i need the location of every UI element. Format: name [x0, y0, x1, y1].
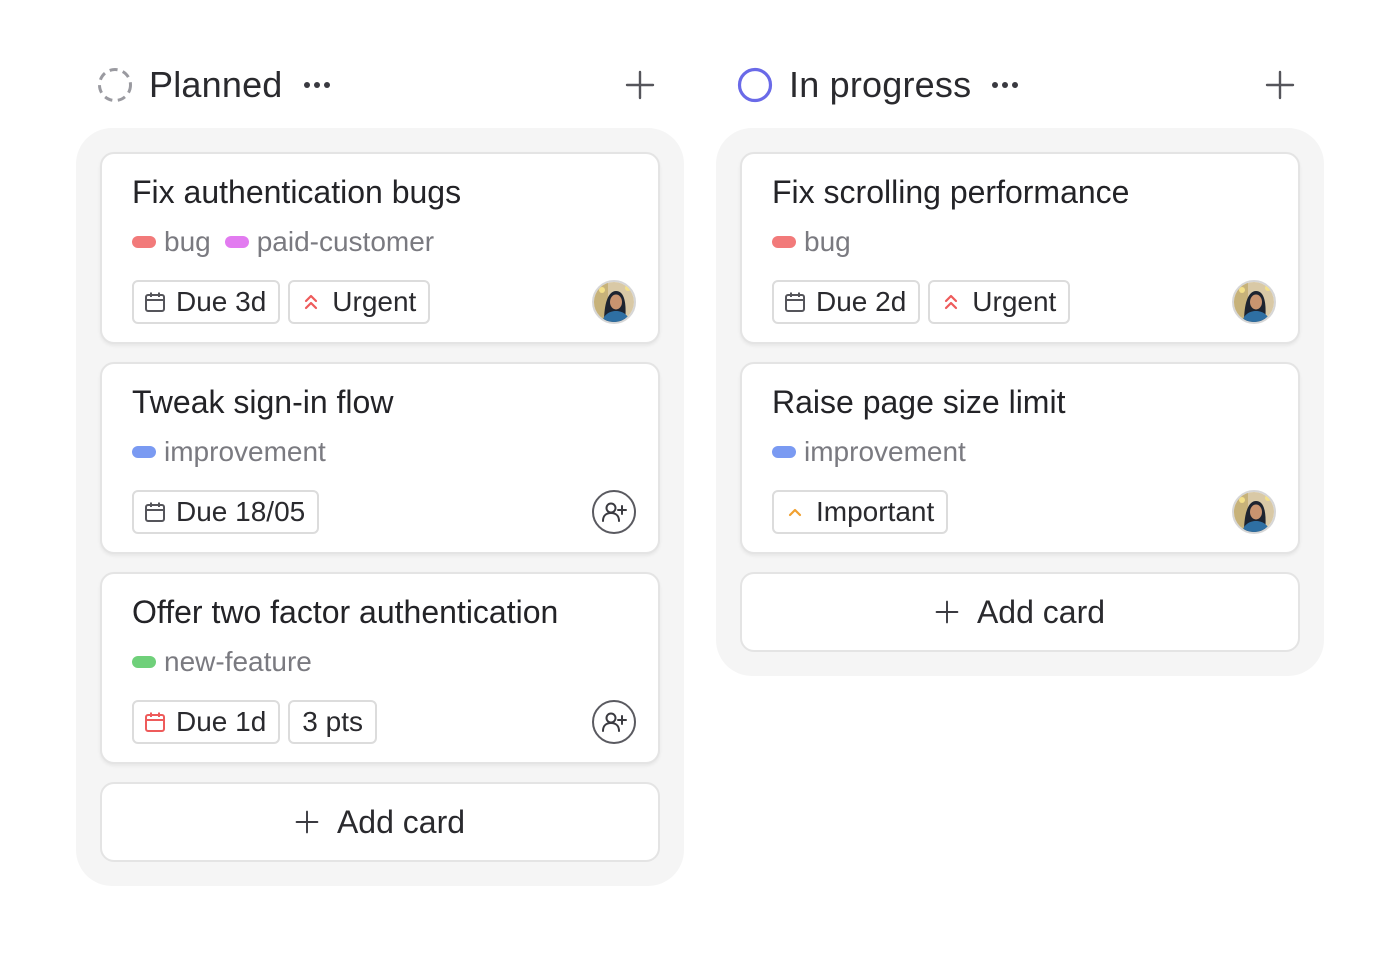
assignee-avatar[interactable] [1232, 280, 1276, 324]
due-date-chip[interactable]: Due 2d [772, 280, 921, 324]
column-body: Fix authentication bugs bug paid-custome… [76, 128, 684, 886]
label-color-dot [224, 236, 249, 248]
card-title: Fix authentication bugs [132, 174, 462, 210]
assign-user-button[interactable] [592, 490, 636, 534]
add-card-header-button[interactable] [1262, 67, 1298, 103]
column-title: In progress [789, 64, 972, 105]
column-header: In progress [716, 50, 1324, 120]
label-tag[interactable]: improvement [772, 436, 966, 468]
calendar-icon [144, 711, 166, 733]
assignee-avatar[interactable] [1232, 490, 1276, 534]
add-card-header-button[interactable] [622, 67, 658, 103]
task-card[interactable]: Offer two factor authentication new-feat… [100, 572, 660, 764]
column-planned: Planned Fix authentication bugs bug paid… [76, 50, 684, 886]
important-icon [784, 501, 806, 523]
label-name: improvement [164, 436, 326, 467]
plus-icon [625, 70, 655, 100]
chip-text: Due 3d [176, 286, 267, 317]
chip-text: Urgent [972, 286, 1057, 317]
planned-status-icon [97, 67, 133, 103]
card-labels: bug paid-customer [132, 226, 448, 258]
calendar-icon [784, 291, 806, 313]
plus-icon [1265, 70, 1295, 100]
plus-icon [295, 810, 319, 834]
calendar-icon [144, 291, 166, 313]
card-labels: improvement [132, 436, 340, 468]
assignee-avatar[interactable] [592, 280, 636, 324]
label-color-dot [772, 236, 796, 248]
more-icon [303, 81, 331, 89]
chip-text: Urgent [332, 286, 417, 317]
plus-icon [935, 600, 959, 624]
due-date-chip[interactable]: Due 1d [132, 700, 281, 744]
label-tag[interactable]: bug [132, 226, 211, 258]
urgent-icon [940, 291, 962, 313]
urgent-icon [300, 291, 322, 313]
label-name: improvement [804, 436, 966, 467]
card-chips: Due 3d Urgent [132, 280, 438, 324]
column-body: Fix scrolling performance bug Due 2d Urge… [716, 128, 1324, 676]
card-title: Tweak sign-in flow [132, 384, 394, 420]
card-labels: new-feature [132, 646, 326, 678]
chip-text: Important [816, 496, 935, 527]
task-card[interactable]: Tweak sign-in flow improvement Due 18/05 [100, 362, 660, 554]
card-chips: Important [772, 490, 956, 534]
task-card[interactable]: Fix authentication bugs bug paid-custome… [100, 152, 660, 344]
label-color-dot [132, 236, 156, 248]
add-card-button[interactable]: Add card [740, 572, 1300, 652]
column-header: Planned [76, 50, 684, 120]
assign-user-button[interactable] [592, 700, 636, 744]
due-date-chip[interactable]: Due 3d [132, 280, 281, 324]
label-color-dot [132, 656, 156, 668]
due-date-chip[interactable]: Due 18/05 [132, 490, 320, 534]
column-menu-button[interactable] [301, 69, 333, 101]
card-title: Offer two factor authentication [132, 594, 559, 630]
chip-text: Due 2d [816, 286, 907, 317]
more-icon [991, 81, 1019, 89]
calendar-icon [144, 501, 166, 523]
card-chips: Due 1d 3 pts [132, 700, 385, 744]
column-progress: In progress Fix scrolling performance bu… [716, 50, 1324, 676]
estimate-chip[interactable]: 3 pts [288, 700, 377, 744]
task-card[interactable]: Raise page size limit improvement Import… [740, 362, 1300, 554]
label-name: new-feature [164, 646, 312, 677]
priority-chip[interactable]: Urgent [928, 280, 1071, 324]
column-title: Planned [149, 64, 283, 105]
add-card-button[interactable]: Add card [100, 782, 660, 862]
card-title: Raise page size limit [772, 384, 1066, 420]
label-tag[interactable]: new-feature [132, 646, 312, 678]
label-color-dot [132, 446, 156, 458]
card-chips: Due 2d Urgent [772, 280, 1078, 324]
task-card[interactable]: Fix scrolling performance bug Due 2d Urge… [740, 152, 1300, 344]
label-tag[interactable]: paid-customer [224, 226, 435, 258]
priority-chip[interactable]: Urgent [288, 280, 431, 324]
chip-text: Due 1d [176, 706, 267, 737]
chip-text: 3 pts [302, 706, 363, 737]
card-chips: Due 18/05 [132, 490, 327, 534]
label-tag[interactable]: bug [772, 226, 851, 258]
in-progress-status-icon [737, 67, 773, 103]
card-labels: improvement [772, 436, 980, 468]
column-menu-button[interactable] [989, 69, 1021, 101]
add-card-label: Add card [336, 803, 466, 840]
priority-chip[interactable]: Important [772, 490, 949, 534]
label-name: bug [164, 226, 211, 257]
chip-text: Due 18/05 [176, 496, 306, 527]
card-labels: bug [772, 226, 865, 258]
label-tag[interactable]: improvement [132, 436, 326, 468]
label-name: bug [804, 226, 851, 257]
add-user-icon [601, 499, 627, 525]
add-user-icon [601, 709, 627, 735]
label-name: paid-customer [256, 226, 435, 257]
card-title: Fix scrolling performance [772, 174, 1130, 210]
add-card-label: Add card [976, 593, 1106, 630]
label-color-dot [772, 446, 796, 458]
